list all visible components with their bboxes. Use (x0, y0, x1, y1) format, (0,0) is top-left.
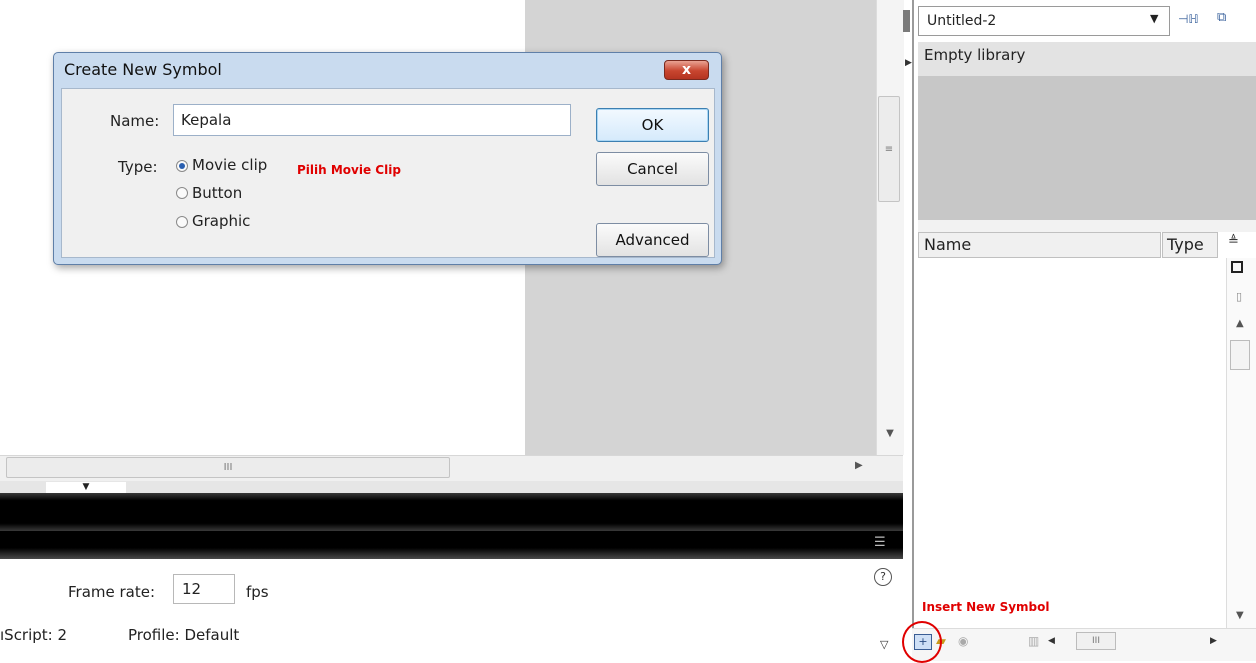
actionscript-version: ıScript: 2 (0, 626, 68, 644)
column-header-name[interactable]: Name (918, 232, 1161, 258)
properties-panel-header (0, 531, 903, 559)
cancel-button[interactable]: Cancel (596, 152, 709, 186)
scroll-up-arrow-icon[interactable]: ▲ (1236, 318, 1244, 329)
frame-rate-label: Frame rate: (68, 583, 156, 601)
trash-icon[interactable]: ▥ (1028, 634, 1039, 648)
scroll-left-arrow-icon[interactable]: ◀ (1048, 636, 1055, 646)
timeline-tab-bar (0, 481, 903, 493)
panel-expand-arrow-icon[interactable]: ▶ (905, 58, 912, 68)
scroll-down-arrow-icon[interactable]: ▼ (882, 428, 898, 444)
properties-panel (0, 559, 903, 660)
name-label: Name: (110, 112, 160, 130)
library-status: Empty library (918, 42, 1256, 76)
graphic-radio[interactable] (176, 216, 188, 228)
stage-horizontal-scroll-thumb[interactable]: III (6, 457, 450, 478)
narrow-view-icon[interactable]: ▯ (1236, 290, 1242, 303)
type-label: Type: (118, 158, 158, 176)
sort-icon[interactable]: ≜ (1228, 234, 1239, 249)
column-header-type[interactable]: Type (1162, 232, 1218, 258)
panel-menu-icon[interactable]: ☰ (874, 535, 886, 550)
close-button[interactable]: x (664, 60, 709, 80)
ok-button[interactable]: OK (596, 108, 709, 142)
library-vertical-scrollbar[interactable] (1226, 258, 1256, 628)
stage-vertical-scrollbar[interactable] (876, 0, 904, 455)
chevron-down-icon[interactable]: ▼ (1150, 12, 1158, 25)
publish-profile: Profile: Default (128, 626, 240, 644)
library-panel-edge (912, 0, 914, 660)
frame-rate-unit: fps (246, 583, 269, 601)
scroll-right-arrow-icon[interactable]: ▶ (1210, 636, 1217, 646)
advanced-button[interactable]: Advanced (596, 223, 709, 257)
properties-icon[interactable]: ◉ (958, 634, 968, 648)
library-document-select[interactable]: Untitled-2 (918, 6, 1170, 36)
movie-clip-radio[interactable] (176, 160, 188, 172)
wide-view-icon[interactable] (1231, 261, 1243, 273)
timeline-panel (0, 493, 903, 531)
library-horizontal-scroll-thumb[interactable]: III (1076, 632, 1116, 650)
insert-symbol-annotation: Insert New Symbol (922, 600, 1050, 614)
highlight-circle (902, 621, 942, 663)
library-preview (918, 76, 1256, 220)
scroll-right-arrow-icon[interactable]: ▶ (855, 460, 869, 476)
dialog-title: Create New Symbol (64, 60, 222, 79)
panel-grip[interactable] (903, 10, 910, 32)
new-library-icon[interactable]: ⧉ (1217, 10, 1239, 32)
graphic-label[interactable]: Graphic (192, 212, 250, 230)
symbol-name-field[interactable]: Kepala (173, 104, 571, 136)
library-item-list[interactable] (918, 258, 1226, 628)
chevron-down-icon[interactable]: ▽ (880, 638, 888, 651)
library-scroll-thumb[interactable] (1230, 340, 1250, 370)
button-radio[interactable] (176, 187, 188, 199)
help-icon[interactable]: ? (874, 568, 892, 586)
timeline-collapse-tab[interactable]: ▼ (46, 482, 126, 493)
movie-clip-label[interactable]: Movie clip (192, 156, 267, 174)
pin-icon[interactable]: ⊣ℍ (1178, 12, 1200, 30)
scroll-down-arrow-icon[interactable]: ▼ (1236, 610, 1244, 621)
library-table-spacer (918, 220, 1256, 232)
movie-clip-annotation: Pilih Movie Clip (297, 163, 401, 177)
button-type-label[interactable]: Button (192, 184, 242, 202)
frame-rate-field[interactable]: 12 (173, 574, 235, 604)
stage-vertical-scroll-thumb[interactable]: ≡ (878, 96, 900, 202)
